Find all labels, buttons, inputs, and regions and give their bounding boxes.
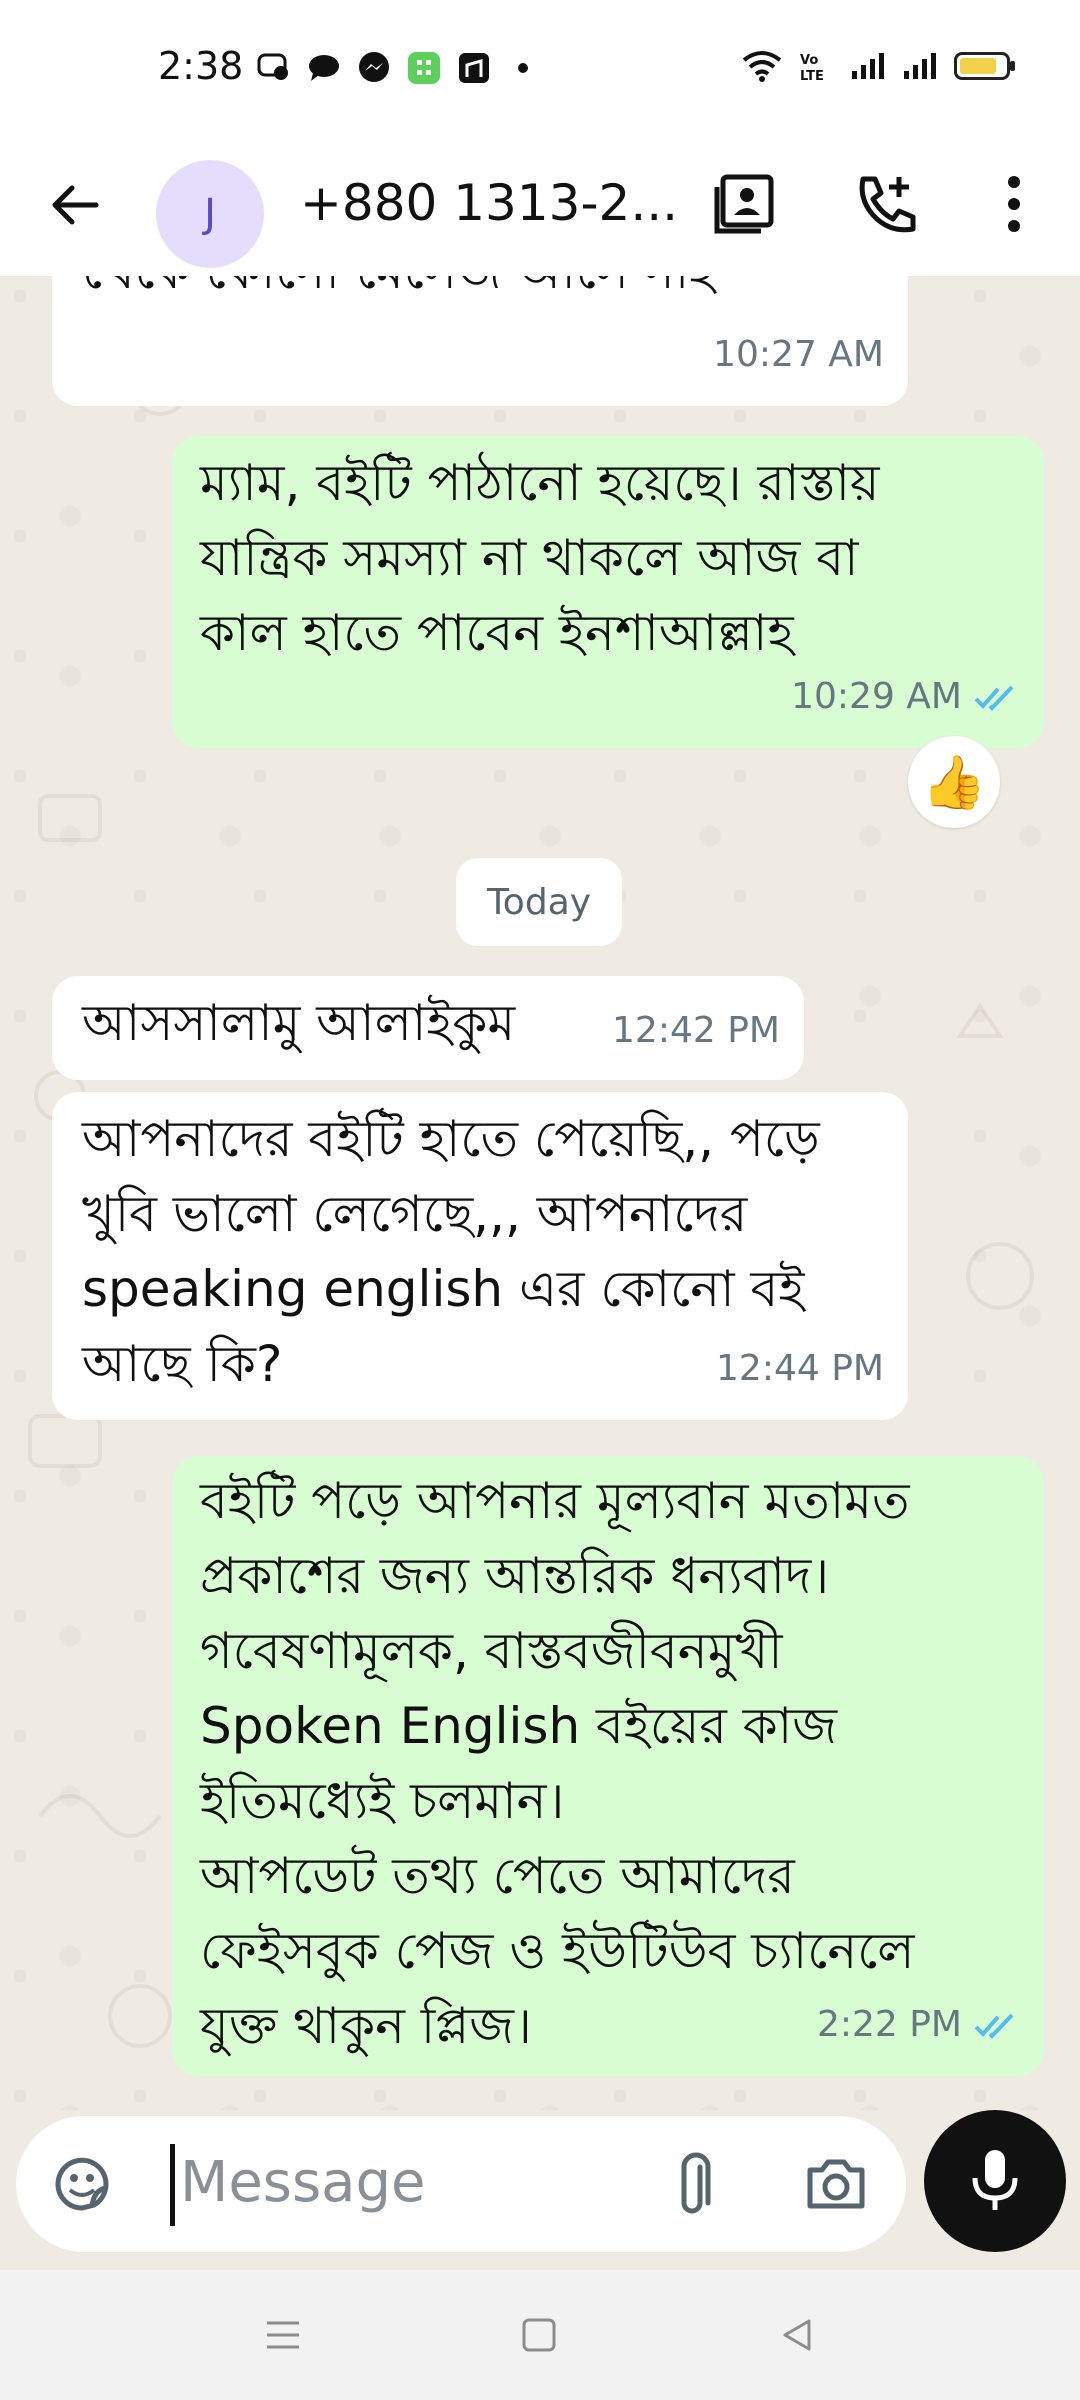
contact-name[interactable]: +880 1313-2... [300,174,678,232]
volte-icon: VoLTE [800,53,824,82]
message-text: ম্যাম, বইটি পাঠানো হয়েছে। রাস্তায় যান্… [200,454,880,662]
home-nav-icon[interactable] [514,2310,564,2360]
more-notifications-dot [518,63,528,73]
date-chip: Today [456,858,622,946]
store-app-icon [456,50,492,86]
chat-header: J +880 1313-2... [0,140,1080,276]
svg-text:Vo: Vo [800,53,818,68]
message-text: থেকে কোনো মেসেজ আসে নাই [82,276,715,309]
message-input[interactable]: Message [16,2116,906,2252]
message-time-row: 2:22 PM [817,1987,1020,2062]
message-time-row: 10:29 AM [791,659,1020,734]
wifi-icon [742,51,782,82]
read-ticks-icon [974,685,1014,711]
mic-button[interactable] [924,2110,1066,2252]
message-bubble-incoming[interactable]: আসসালামু আলাইকুম 12:42 PM [52,976,804,1080]
message-time: 10:29 AM [791,676,962,717]
contact-card-icon[interactable] [708,168,780,240]
svg-text:LTE: LTE [800,69,824,82]
add-call-icon[interactable] [850,168,922,240]
sticker-icon[interactable] [46,2148,118,2220]
battery-icon [954,52,1015,80]
signal-icon [852,53,884,79]
camera-icon[interactable] [800,2148,872,2220]
more-vert-icon[interactable] [978,168,1050,240]
message-time: 2:22 PM [816,2004,962,2045]
status-bar: 2:38 Vo LTE [0,0,1080,140]
chat-area[interactable]: থেকে কোনো মেসেজ আসে নাই 10:27 AM ম্যাম, … [0,276,1080,2110]
avatar[interactable]: J [156,160,264,268]
messenger-icon [356,50,392,86]
message-bubble-incoming[interactable]: আপনাদের বইটি হাতে পেয়েছি,, পড়ে খুবি ভা… [52,1092,908,1420]
reaction-emoji[interactable]: 👍 [908,736,1000,828]
back-arrow-icon[interactable] [40,170,110,240]
attach-icon[interactable] [660,2148,732,2220]
status-time: 2:38 [158,44,244,88]
calculator-app-icon [406,50,442,86]
menu-nav-icon[interactable] [258,2310,308,2360]
compose-bar: Message [0,2110,1080,2270]
mic-icon [972,2150,1018,2210]
read-ticks-icon [974,2013,1014,2039]
system-status-icons: Vo LTE [742,50,1015,82]
signal-icon [904,53,936,79]
message-bubble-outgoing[interactable]: বইটি পড়ে আপনার মূল্যবান মতামত প্রকাশের … [172,1456,1044,2076]
system-nav-bar [0,2270,1080,2400]
message-text: আসসালামু আলাইকুম [82,994,516,1052]
message-placeholder: Message [180,2150,426,2215]
message-bubble-outgoing[interactable]: ম্যাম, বইটি পাঠানো হয়েছে। রাস্তায় যান্… [172,436,1044,748]
message-time: 12:44 PM [716,1348,884,1389]
back-nav-icon[interactable] [772,2310,822,2360]
chat-icon [306,50,342,86]
message-bubble-incoming[interactable]: থেকে কোনো মেসেজ আসে নাই 10:27 AM [52,276,908,406]
message-time: 10:27 AM [713,334,884,375]
messenger-lite-icon [256,50,292,86]
text-cursor [170,2144,175,2226]
message-text: আপনাদের বইটি হাতে পেয়েছি,, পড়ে খুবি ভা… [82,1110,820,1393]
notification-icons [256,50,528,86]
message-time: 12:42 PM [612,1010,780,1051]
message-text: বইটি পড়ে আপনার মূল্যবান মতামত প্রকাশের … [200,1472,915,2055]
